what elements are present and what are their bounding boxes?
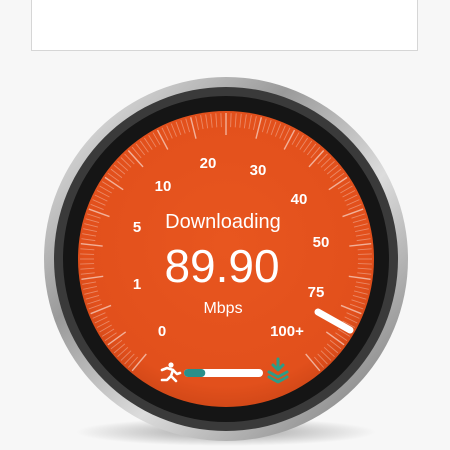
speed-unit: Mbps — [203, 300, 242, 317]
scale-label-100-plus: 100+ — [270, 323, 304, 340]
scale-label-30: 30 — [250, 162, 267, 179]
scale-label-75: 75 — [308, 284, 325, 301]
speed-gauge: 0 1 5 10 20 30 40 50 75 100+ Downloading… — [44, 77, 408, 446]
speedtest-screen: 0 1 5 10 20 30 40 50 75 100+ Downloading… — [0, 0, 450, 450]
scale-label-20: 20 — [200, 155, 217, 172]
scale-label-5: 5 — [133, 219, 141, 236]
download-progress-bar — [184, 369, 263, 377]
status-text: Downloading — [165, 211, 281, 233]
scale-label-40: 40 — [291, 191, 308, 208]
scale-label-50: 50 — [313, 234, 330, 251]
scale-label-10: 10 — [155, 178, 172, 195]
speed-value: 89.90 — [164, 240, 279, 292]
progress-fill — [184, 369, 206, 377]
scale-label-0: 0 — [158, 323, 166, 340]
scale-label-1: 1 — [133, 276, 141, 293]
